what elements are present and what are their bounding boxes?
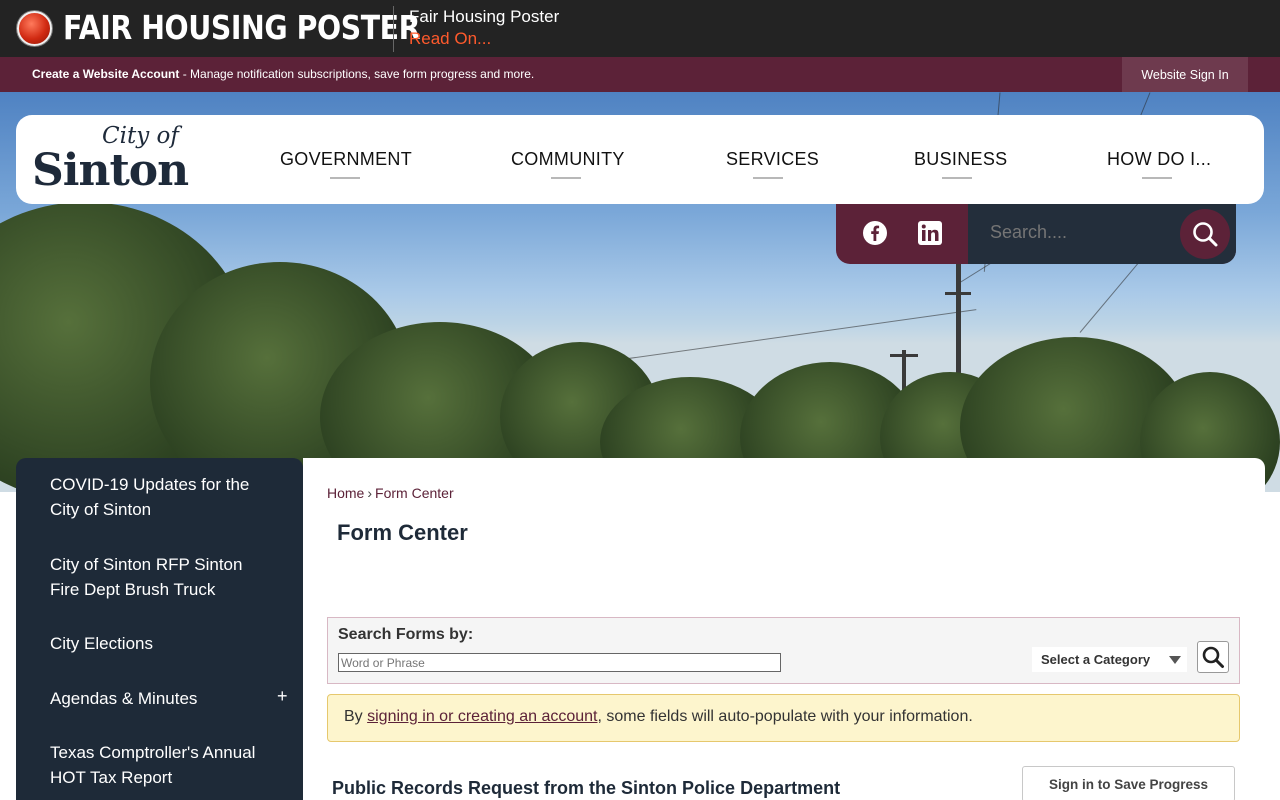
emergency-alert-bar: FAIR HOUSING POSTER Fair Housing Poster … — [0, 0, 1280, 57]
power-line — [599, 309, 977, 363]
notice-prefix: By — [344, 708, 368, 725]
header-card: City of Sinton GOVERNMENT COMMUNITY SERV… — [16, 115, 1264, 204]
breadcrumb-current[interactable]: Form Center — [375, 485, 454, 501]
autopopulate-notice: By signing in or creating an account, so… — [327, 694, 1240, 742]
linkedin-icon[interactable] — [917, 220, 943, 246]
breadcrumb-home[interactable]: Home — [327, 485, 364, 501]
alert-divider — [393, 6, 394, 52]
sidebar-expand-icon[interactable]: + — [277, 686, 288, 707]
nav-how-do-i[interactable]: HOW DO I... — [1107, 149, 1211, 170]
nav-underline — [942, 177, 972, 179]
search-icon — [1193, 222, 1218, 247]
city-logo[interactable]: City of Sinton — [32, 123, 212, 197]
form-search-input[interactable] — [338, 653, 781, 672]
utility-pole-arm — [945, 292, 971, 295]
caret-down-icon — [1169, 656, 1181, 664]
sign-in-save-progress-button[interactable]: Sign in to Save Progress — [1022, 766, 1235, 800]
website-sign-in-button[interactable]: Website Sign In — [1122, 57, 1248, 92]
nav-government[interactable]: GOVERNMENT — [280, 149, 412, 170]
site-search-box — [968, 204, 1236, 264]
page-title: Form Center — [337, 520, 468, 545]
nav-underline — [1142, 177, 1172, 179]
alert-indicator-icon — [17, 11, 52, 46]
sidebar-item-agendas-minutes[interactable]: Agendas & Minutes — [50, 686, 270, 711]
nav-underline — [753, 177, 783, 179]
search-forms-label: Search Forms by: — [338, 626, 474, 643]
account-description: - Manage notification subscriptions, sav… — [179, 67, 535, 81]
sidebar-nav: COVID-19 Updates for the City of Sinton … — [16, 458, 303, 800]
sidebar-item-city-elections[interactable]: City Elections — [50, 631, 270, 656]
site-search-input[interactable] — [990, 222, 1170, 243]
category-select-label: Select a Category — [1041, 652, 1151, 667]
nav-business[interactable]: BUSINESS — [914, 149, 1007, 170]
account-bar: Create a Website Account - Manage notifi… — [0, 57, 1280, 92]
alert-title[interactable]: FAIR HOUSING POSTER — [63, 8, 420, 48]
nav-underline — [330, 177, 360, 179]
breadcrumb: Home › Form Center — [327, 485, 454, 501]
main-content: Home › Form Center Form Center Search Form… — [303, 458, 1265, 800]
search-icon — [1202, 646, 1224, 668]
alert-read-on-link[interactable]: Read On... — [409, 29, 491, 49]
form-search-button[interactable] — [1197, 641, 1229, 673]
create-account-link[interactable]: Create a Website Account — [32, 67, 179, 81]
facebook-icon[interactable] — [862, 220, 888, 246]
category-select[interactable]: Select a Category — [1032, 647, 1187, 672]
breadcrumb-separator: › — [367, 485, 373, 501]
alert-item-title: Fair Housing Poster — [409, 7, 560, 26]
nav-community[interactable]: COMMUNITY — [511, 149, 625, 170]
site-search-button[interactable] — [1180, 209, 1230, 259]
sidebar-item-hot-tax-report[interactable]: Texas Comptroller's Annual HOT Tax Repor… — [50, 740, 270, 790]
form-title: Public Records Request from the Sinton P… — [332, 778, 841, 798]
utility-pole-arm — [890, 354, 918, 357]
nav-underline — [551, 177, 581, 179]
nav-services[interactable]: SERVICES — [726, 149, 819, 170]
logo-city-name: Sinton — [32, 145, 189, 196]
sidebar-item-rfp-brush-truck[interactable]: City of Sinton RFP Sinton Fire Dept Brus… — [50, 552, 270, 602]
account-message: Create a Website Account - Manage notifi… — [32, 67, 534, 81]
social-search-panel — [836, 204, 1236, 264]
sign-in-create-account-link[interactable]: signing in or creating an account — [367, 708, 597, 725]
sidebar-item-covid-updates[interactable]: COVID-19 Updates for the City of Sinton — [50, 472, 270, 522]
notice-suffix: , some fields will auto-populate with yo… — [597, 708, 973, 725]
search-forms-panel: Search Forms by: Select a Category — [327, 617, 1240, 684]
